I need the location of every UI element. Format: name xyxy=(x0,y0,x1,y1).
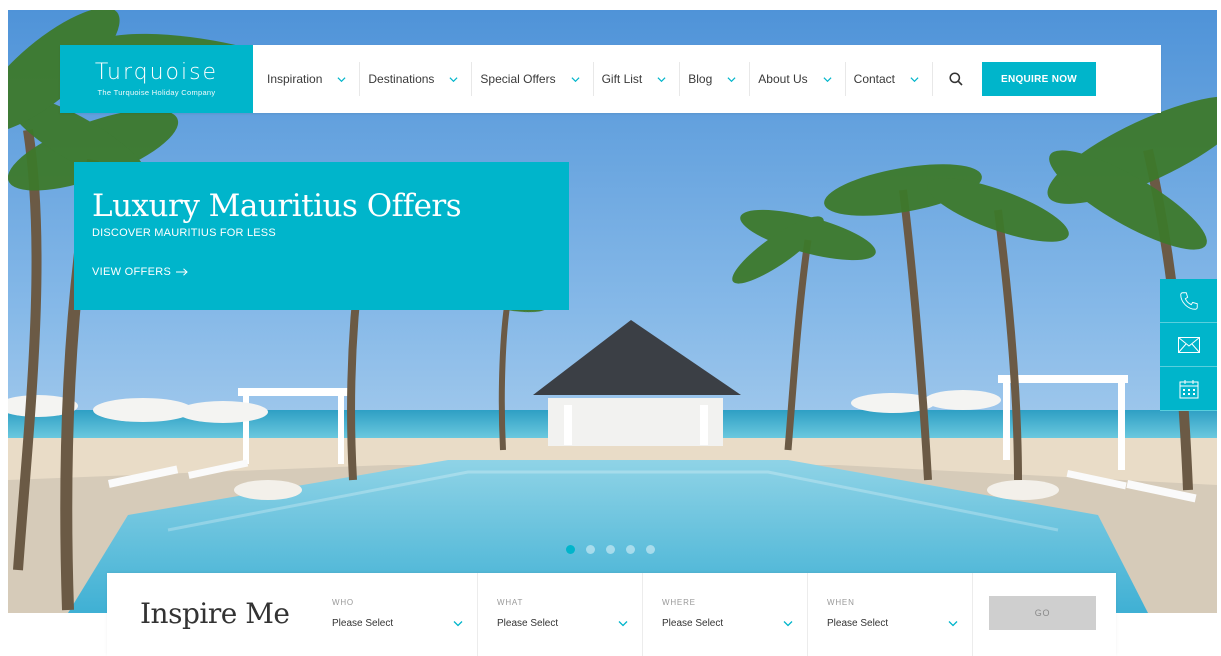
chevron-down-icon xyxy=(618,621,628,627)
promo-title: Luxury Mauritius Offers xyxy=(92,188,462,224)
select-when[interactable]: WHEN Please Select xyxy=(808,573,973,656)
field-value-row: Please Select xyxy=(827,618,958,629)
search-button[interactable] xyxy=(933,62,979,96)
nav-item-destinations[interactable]: Destinations xyxy=(360,62,473,96)
select-where[interactable]: WHERE Please Select xyxy=(643,573,808,656)
nav-item-contact[interactable]: Contact xyxy=(846,62,934,96)
chevron-down-icon xyxy=(727,76,736,82)
slider-dot[interactable] xyxy=(606,545,615,554)
nav-item-inspiration[interactable]: Inspiration xyxy=(259,62,361,96)
view-offers-label: VIEW OFFERS xyxy=(92,266,172,278)
field-value-row: Please Select xyxy=(497,618,628,629)
nav-item-label: Gift List xyxy=(601,72,643,86)
chevron-down-icon xyxy=(823,76,832,82)
field-label: WHERE xyxy=(662,598,696,607)
logo-tagline: The Turquoise Holiday Company xyxy=(97,87,216,97)
nav-item-special-offers[interactable]: Special Offers xyxy=(472,62,594,96)
slider-dot[interactable] xyxy=(646,545,655,554)
inspire-title: Inspire Me xyxy=(140,597,290,630)
nav-menu: Inspiration Destinations Special Offers Gif… xyxy=(253,45,1161,113)
slider-dot[interactable] xyxy=(586,545,595,554)
inspire-me-search: Inspire Me WHO Please Select WHAT Please Se… xyxy=(107,573,1116,656)
nav-item-label: Special Offers xyxy=(480,72,556,86)
slider-dot[interactable] xyxy=(626,545,635,554)
nav-item-label: About Us xyxy=(758,72,808,86)
promo-subtitle: DISCOVER MAURITIUS FOR LESS xyxy=(92,227,276,239)
nav-item-label: Contact xyxy=(853,72,896,86)
logo[interactable]: Turquoise The Turquoise Holiday Company xyxy=(60,45,253,113)
chevron-down-icon xyxy=(783,621,793,627)
field-value-row: Please Select xyxy=(662,618,793,629)
field-value: Please Select xyxy=(662,618,724,629)
phone-icon xyxy=(1179,291,1198,310)
nav-item-label: Blog xyxy=(688,72,713,86)
go-button[interactable]: GO xyxy=(989,596,1096,630)
select-what[interactable]: WHAT Please Select xyxy=(478,573,643,656)
field-value: Please Select xyxy=(497,618,559,629)
view-offers-link[interactable]: VIEW OFFERS xyxy=(92,266,188,278)
nav-item-label: Inspiration xyxy=(267,72,323,86)
enquire-now-button[interactable]: ENQUIRE NOW xyxy=(982,62,1097,96)
field-label: WHEN xyxy=(827,598,855,607)
field-label: WHAT xyxy=(497,598,524,607)
chevron-down-icon xyxy=(571,76,580,82)
side-contact-bar xyxy=(1160,279,1217,411)
nav-item-blog[interactable]: Blog xyxy=(680,62,751,96)
envelope-icon xyxy=(1177,336,1200,353)
slider-dots xyxy=(566,545,655,554)
slider-dot[interactable] xyxy=(566,545,575,554)
calendar-button[interactable] xyxy=(1160,367,1217,411)
field-label: WHO xyxy=(332,598,354,607)
promo-panel: Luxury Mauritius Offers DISCOVER MAURITI… xyxy=(74,162,569,310)
search-icon xyxy=(949,72,963,86)
field-value: Please Select xyxy=(827,618,889,629)
nav-item-about-us[interactable]: About Us xyxy=(750,62,846,96)
nav-item-gift-list[interactable]: Gift List xyxy=(594,62,681,96)
field-value: Please Select xyxy=(332,618,394,629)
email-button[interactable] xyxy=(1160,323,1217,367)
nav-item-label: Destinations xyxy=(368,72,435,86)
select-who[interactable]: WHO Please Select xyxy=(313,573,478,656)
chevron-down-icon xyxy=(948,621,958,627)
chevron-down-icon xyxy=(657,76,666,82)
field-value-row: Please Select xyxy=(332,618,463,629)
phone-button[interactable] xyxy=(1160,279,1217,323)
calendar-icon xyxy=(1179,379,1198,398)
chevron-down-icon xyxy=(910,76,919,82)
logo-name: Turquoise xyxy=(94,59,219,85)
main-navigation: Turquoise The Turquoise Holiday Company … xyxy=(60,45,1161,113)
chevron-down-icon xyxy=(453,621,463,627)
arrow-right-icon xyxy=(176,268,188,276)
chevron-down-icon xyxy=(449,76,458,82)
chevron-down-icon xyxy=(337,76,346,82)
